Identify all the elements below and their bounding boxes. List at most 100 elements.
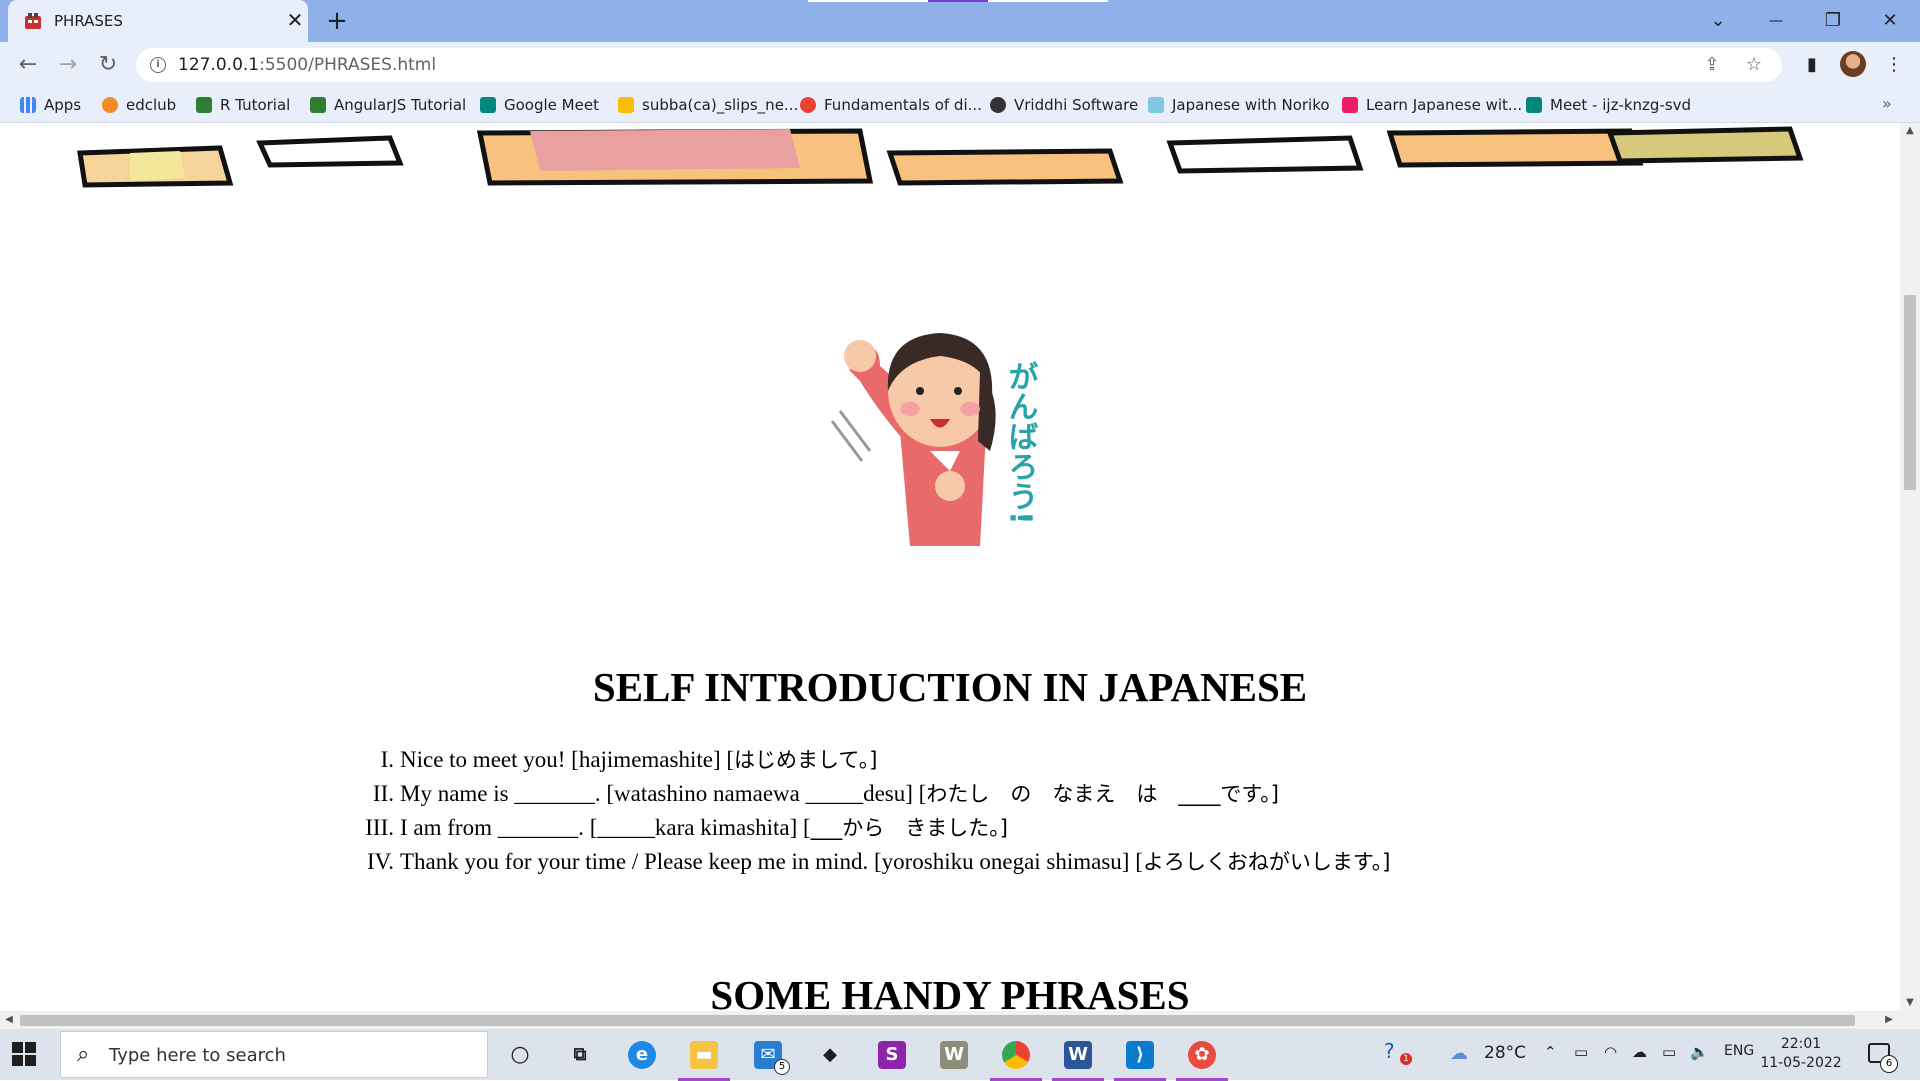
tab-strip-indicator-active [928,0,988,2]
apps-grid-icon [20,97,36,113]
scroll-right-icon[interactable]: ▶ [1880,1011,1898,1029]
self-introduction-heading: SELF INTRODUCTION IN JAPANESE [592,664,1308,710]
search-icon: ⌕ [77,1042,90,1067]
scroll-down-icon[interactable]: ▼ [1900,995,1920,1011]
bookmark-angularjs-tutorial[interactable]: AngularJS Tutorial [310,95,466,115]
phrase-japanese: はじめまして。] [734,748,878,772]
dropbox-icon[interactable]: ◆ [810,1037,850,1073]
bookmarks-bar: Apps edclub R Tutorial AngularJS Tutoria… [0,88,1920,123]
network-icon[interactable]: ◠ [1604,1043,1617,1061]
clock-date: 11-05-2022 [1760,1055,1842,1071]
tab-phrases[interactable]: PHRASES ✕ [8,0,308,42]
site-icon [1148,97,1164,113]
bookmarks-overflow-button[interactable]: » [1882,94,1892,113]
language-indicator[interactable]: ENG [1724,1043,1754,1059]
ganbarou-mascot-image: がんばろう! [830,333,1038,546]
paint-app-icon[interactable]: ✿ [1176,1037,1228,1081]
hiragana-banner-image [77,126,1804,188]
phrase-japanese: ___から きました。] [810,816,1008,840]
help-icon[interactable]: ? [1384,1039,1395,1063]
bookmark-meet[interactable]: Meet - ijz-knzg-svd [1526,95,1691,115]
phrase-item: III. I am from _______. [_____kara kimash… [365,811,1390,845]
restore-button[interactable]: ❐ [1813,6,1853,36]
mail-icon[interactable]: ✉ 5 [748,1037,790,1075]
tab-close-icon[interactable]: ✕ [284,9,306,31]
phrase-number: II. [372,781,394,806]
battery-icon[interactable]: ▭ [1662,1043,1676,1061]
tab-search-button[interactable]: ⌄ [1698,6,1738,36]
edge-icon[interactable]: e [622,1037,662,1073]
phrase-number: I. [380,747,394,772]
phrase-item: II. My name is _______. [watashino namaew… [373,777,1390,811]
bookmark-r-tutorial[interactable]: R Tutorial [196,95,290,115]
new-tab-button[interactable]: + [322,6,352,36]
address-url[interactable]: 127.0.0.1:5500/PHRASES.html [178,55,436,75]
address-bar[interactable]: i 127.0.0.1:5500/PHRASES.html ⇪ ☆ [136,48,1782,82]
bookmark-label: Japanese with Noriko [1172,96,1330,114]
meet-now-icon[interactable]: ▭ [1574,1043,1588,1061]
windows-taskbar: ⌕ Type here to search ○ ⧉ e ▬ ✉ 5 ◆ S W W… [0,1029,1920,1081]
chrome-icon[interactable] [990,1037,1042,1081]
search-placeholder: Type here to search [109,1045,286,1066]
show-hidden-icons[interactable]: ⌃ [1544,1043,1557,1061]
phrase-japanese: わたし の なまえ は ____です。] [926,782,1279,806]
bookmark-vriddhi[interactable]: Vriddhi Software [990,95,1138,115]
vertical-scroll-thumb[interactable] [1904,295,1916,490]
windows-start-icon[interactable] [12,1042,36,1066]
forward-icon[interactable]: → [52,49,84,81]
onedrive-icon[interactable]: ☁ [1632,1043,1647,1061]
phrase-english: My name is _______. [watashino namaewa _… [400,781,927,806]
back-icon[interactable]: ← [12,49,44,81]
minimize-button[interactable]: — [1756,6,1796,36]
phrase-list: I. Nice to meet you! [hajimemashite] [はじめ… [365,743,1391,879]
mail-badge: 5 [774,1059,790,1075]
side-panel-icon[interactable]: ▮ [1798,51,1826,79]
scroll-left-icon[interactable]: ◀ [0,1011,18,1029]
file-explorer-icon[interactable]: ▬ [678,1037,730,1081]
bookmark-google-meet[interactable]: Google Meet [480,95,599,115]
phrase-japanese: よろしくおねがいします。] [1142,850,1391,874]
bookmark-label: Fundamentals of di... [824,96,982,114]
horizontal-scroll-thumb[interactable] [20,1015,1855,1026]
bookmark-learn-japanese[interactable]: Learn Japanese wit... [1342,95,1522,115]
phrase-english: Nice to meet you! [hajimemashite] [ [400,747,735,772]
phrase-english: Thank you for your time / Please keep me… [400,849,1143,874]
scroll-up-icon[interactable]: ▲ [1900,123,1920,139]
volume-icon[interactable]: 🔈 [1690,1043,1709,1061]
bookmark-japanese-noriko[interactable]: Japanese with Noriko [1148,95,1330,115]
bookmark-label: Google Meet [504,96,599,114]
phrase-item: I. Nice to meet you! [hajimemashite] [はじめ… [381,743,1390,777]
taskbar-clock[interactable]: 22:01 11-05-2022 [1756,1035,1846,1073]
taskbar-search-input[interactable]: ⌕ Type here to search [60,1031,488,1078]
bookmark-apps[interactable]: Apps [20,95,81,115]
phrase-item: IV. Thank you for your time / Please keep… [367,845,1391,879]
weather-temperature[interactable]: 28°C [1484,1043,1526,1063]
horizontal-scrollbar[interactable]: ◀ ▶ [0,1011,1920,1029]
vscode-icon[interactable]: ⟩ [1114,1037,1166,1081]
sticky-app-icon[interactable]: S [872,1037,912,1073]
close-window-button[interactable]: ✕ [1870,6,1910,36]
site-info-icon[interactable]: i [150,57,166,73]
bookmark-edclub[interactable]: edclub [102,95,176,115]
word-icon[interactable]: W [1052,1037,1104,1081]
vertical-scrollbar[interactable]: ▲ ▼ [1900,123,1920,1011]
bookmark-slips[interactable]: subba(ca)_slips_ne... [618,95,798,115]
bookmark-label: Meet - ijz-knzg-svd [1550,96,1692,114]
google-meet-icon [480,97,496,113]
cortana-icon[interactable]: ○ [500,1037,540,1073]
reload-icon[interactable]: ↻ [92,49,124,81]
bookmark-label: AngularJS Tutorial [334,96,467,114]
mascot-caption: がんばろう! [1003,361,1038,525]
task-view-icon[interactable]: ⧉ [560,1037,600,1073]
menu-icon[interactable]: ⋮ [1880,51,1908,79]
share-icon[interactable]: ⇪ [1700,53,1724,77]
weather-icon[interactable]: ☁ [1450,1043,1468,1064]
bookmark-label: edclub [126,96,177,114]
profile-avatar[interactable] [1840,51,1866,77]
bookmark-fundamentals[interactable]: Fundamentals of di... [800,95,982,115]
url-host: 127.0.0.1 [178,55,260,75]
wikipedia-icon[interactable]: W [934,1037,974,1073]
bookmark-label: Apps [44,96,82,114]
bookmark-star-icon[interactable]: ☆ [1742,53,1766,77]
url-path: :5500/PHRASES.html [259,55,437,75]
